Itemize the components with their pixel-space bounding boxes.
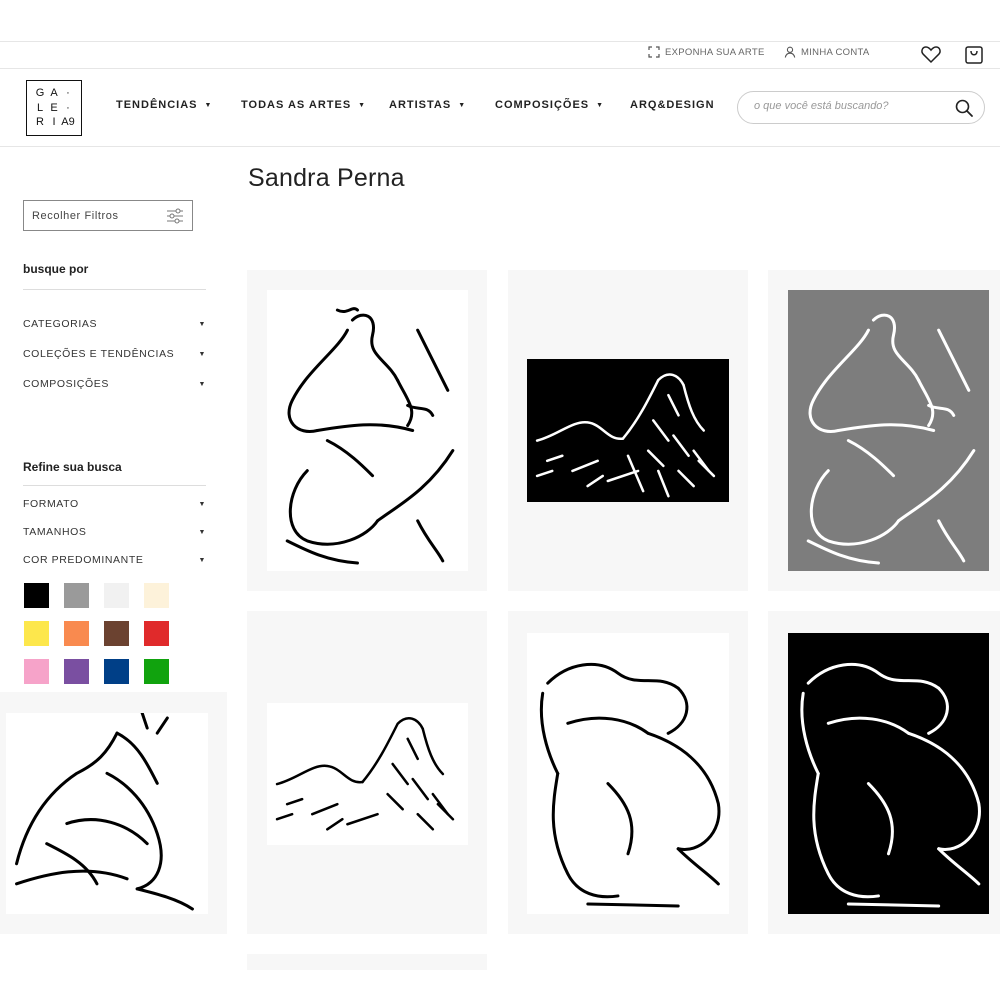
product-card[interactable] — [508, 611, 748, 934]
caret-down-icon: ▼ — [198, 320, 206, 328]
color-swatch[interactable] — [104, 621, 129, 646]
filter-label: CATEGORIAS — [23, 318, 98, 330]
search-by-heading: busque por — [23, 262, 89, 276]
frame-icon — [648, 46, 660, 58]
page-title: Sandra Perna — [248, 164, 405, 192]
logo-letter: 9 — [68, 116, 75, 129]
caret-down-icon: ▼ — [204, 101, 213, 109]
logo-letter: A — [61, 116, 69, 129]
collapse-filters-button[interactable]: Recolher Filtros — [23, 200, 193, 231]
nav-label: COMPOSIÇÕES — [495, 99, 590, 111]
collapse-filters-label: Recolher Filtros — [32, 209, 119, 222]
caret-down-icon: ▼ — [358, 101, 367, 109]
filter-composicoes[interactable]: COMPOSIÇÕES ▼ — [23, 378, 206, 390]
account-label: MINHA CONTA — [801, 46, 870, 58]
color-swatch[interactable] — [64, 583, 89, 608]
artwork-image[interactable] — [6, 713, 208, 914]
user-icon — [784, 46, 796, 58]
color-swatch[interactable] — [24, 621, 49, 646]
filter-tamanhos[interactable]: TAMANHOS ▼ — [23, 526, 206, 538]
product-card[interactable] — [247, 611, 487, 934]
main-header: G A · L E · R I A9 TENDÊNCIAS ▼ TODAS AS … — [0, 69, 1000, 147]
sliders-icon — [167, 208, 183, 224]
nav-artistas[interactable]: ARTISTAS ▼ — [389, 99, 466, 111]
divider — [23, 289, 206, 290]
heart-icon[interactable] — [920, 43, 942, 65]
caret-down-icon: ▼ — [596, 101, 605, 109]
color-swatch[interactable] — [144, 583, 169, 608]
nav-arq-design[interactable]: ARQ&DESIGN — [630, 99, 715, 111]
product-card[interactable] — [247, 270, 487, 591]
color-swatch[interactable] — [24, 659, 49, 684]
color-swatch[interactable] — [104, 659, 129, 684]
top-band — [0, 0, 1000, 41]
filter-label: COLEÇÕES E TENDÊNCIAS — [23, 348, 175, 360]
caret-down-icon: ▼ — [198, 350, 206, 358]
caret-down-icon: ▼ — [198, 528, 206, 536]
account-link[interactable]: MINHA CONTA — [784, 46, 870, 58]
logo-letter: A — [50, 87, 58, 99]
caret-down-icon: ▼ — [458, 101, 467, 109]
nav-label: TENDÊNCIAS — [116, 99, 198, 111]
logo-letter: G — [35, 87, 45, 99]
artwork-image[interactable] — [788, 633, 989, 914]
filter-label: COMPOSIÇÕES — [23, 378, 109, 390]
logo-letter: I — [52, 116, 56, 129]
filter-label: FORMATO — [23, 498, 79, 510]
artwork-image[interactable] — [267, 290, 468, 571]
artwork-image[interactable] — [527, 359, 729, 502]
utility-bar: EXPONHA SUA ARTE MINHA CONTA — [0, 41, 1000, 69]
color-swatch[interactable] — [144, 659, 169, 684]
search-input[interactable] — [754, 100, 944, 112]
caret-down-icon: ▼ — [198, 380, 206, 388]
caret-down-icon: ▼ — [198, 556, 206, 564]
logo-letter: · — [66, 101, 70, 114]
refine-heading: Refine sua busca — [23, 460, 122, 474]
product-card[interactable] — [247, 954, 487, 970]
search-box — [737, 91, 985, 124]
nav-todas-as-artes[interactable]: TODAS AS ARTES ▼ — [241, 99, 366, 111]
filter-label: COR PREDOMINANTE — [23, 554, 144, 566]
artwork-image[interactable] — [788, 290, 989, 571]
color-swatch[interactable] — [24, 583, 49, 608]
nav-label: ARQ&DESIGN — [630, 99, 715, 111]
color-swatch[interactable] — [104, 583, 129, 608]
galeria9-logo[interactable]: G A · L E · R I A9 — [26, 80, 82, 136]
divider — [23, 485, 206, 486]
nav-composicoes[interactable]: COMPOSIÇÕES ▼ — [495, 99, 604, 111]
search-icon[interactable] — [954, 98, 974, 118]
filter-colecoes[interactable]: COLEÇÕES E TENDÊNCIAS ▼ — [23, 348, 206, 360]
product-card[interactable] — [508, 270, 748, 591]
artwork-image[interactable] — [527, 633, 729, 914]
expose-art-link[interactable]: EXPONHA SUA ARTE — [648, 46, 765, 58]
filter-cor-predominante[interactable]: COR PREDOMINANTE ▼ — [23, 554, 206, 566]
logo-letter: L — [36, 101, 44, 114]
logo-letter: E — [50, 101, 58, 114]
nav-label: TODAS AS ARTES — [241, 99, 352, 111]
shopping-bag-icon[interactable] — [963, 43, 985, 65]
logo-letter: R — [36, 116, 44, 129]
color-swatch[interactable] — [64, 621, 89, 646]
product-card[interactable] — [0, 692, 227, 934]
logo-letter-pair: A9 — [61, 115, 75, 130]
filter-label: TAMANHOS — [23, 526, 87, 538]
logo-letter: · — [66, 87, 70, 99]
nav-tendencias[interactable]: TENDÊNCIAS ▼ — [116, 99, 212, 111]
expose-art-label: EXPONHA SUA ARTE — [665, 46, 765, 58]
product-card[interactable] — [768, 270, 1000, 591]
caret-down-icon: ▼ — [198, 500, 206, 508]
color-swatch[interactable] — [144, 621, 169, 646]
color-swatch[interactable] — [64, 659, 89, 684]
nav-label: ARTISTAS — [389, 99, 452, 111]
product-card[interactable] — [768, 611, 1000, 934]
filter-formato[interactable]: FORMATO ▼ — [23, 498, 206, 510]
artwork-image[interactable] — [267, 703, 468, 845]
filter-categorias[interactable]: CATEGORIAS ▼ — [23, 318, 206, 330]
